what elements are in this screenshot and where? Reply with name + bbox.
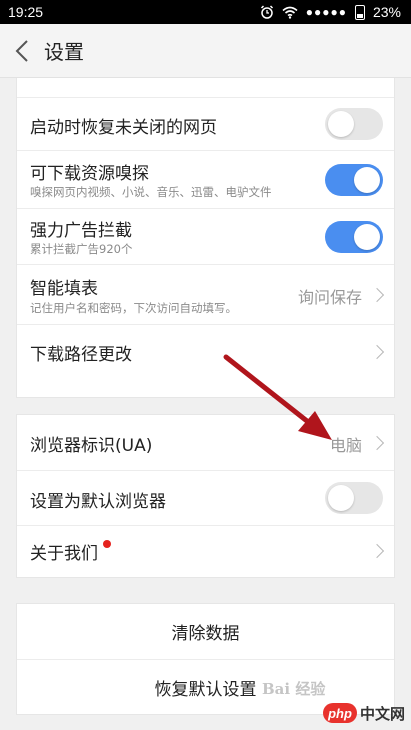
- setting-restore-tabs: [17, 78, 394, 97]
- clear-data-button[interactable]: 清除数据: [17, 604, 394, 660]
- setting-user-agent[interactable]: 浏览器标识(UA) 电脑: [17, 415, 394, 471]
- app-header: 设置: [0, 24, 411, 78]
- setting-title: 强力广告拦截: [30, 221, 132, 241]
- settings-group-general: 启动时恢复未关闭的网页 可下载资源嗅探 嗅探网页内视频、小说、音乐、迅雷、电驴文…: [16, 78, 395, 398]
- chevron-right-icon: [369, 287, 385, 303]
- restore-tabs-toggle[interactable]: [325, 108, 383, 140]
- chevron-right-icon: [369, 435, 385, 451]
- setting-title: 启动时恢复未关闭的网页: [30, 118, 217, 138]
- setting-title: 智能填表: [30, 279, 98, 299]
- settings-group-browser: 浏览器标识(UA) 电脑 设置为默认浏览器 关于我们: [16, 414, 395, 578]
- baidu-watermark: Bai 经验: [262, 680, 326, 698]
- setting-download-path[interactable]: 下载路径更改: [17, 325, 394, 380]
- signal-icon: ●●●●●: [305, 5, 347, 19]
- setting-ad-block[interactable]: 强力广告拦截 累计拦截广告920个: [17, 209, 394, 265]
- chevron-right-icon: [369, 344, 385, 360]
- setting-title: 可下载资源嗅探: [30, 164, 149, 184]
- setting-title: 下载路径更改: [30, 345, 132, 365]
- setting-subtitle: 累计拦截广告920个: [30, 242, 133, 256]
- setting-title: 浏览器标识(UA): [30, 436, 153, 456]
- autofill-value: 询问保存: [297, 288, 362, 307]
- notification-badge: [103, 540, 111, 548]
- alarm-icon: [260, 5, 273, 19]
- setting-title: 设置为默认浏览器: [30, 492, 166, 512]
- php-watermark: php 中文网: [322, 702, 405, 724]
- status-bar: 19:25 ●●●●● 23%: [0, 0, 411, 24]
- status-icons: ●●●●● 23%: [260, 4, 401, 20]
- setting-subtitle: 记住用户名和密码，下次访问自动填写。: [30, 301, 237, 315]
- chevron-left-icon[interactable]: [0, 24, 44, 78]
- setting-default-browser[interactable]: 设置为默认浏览器: [17, 471, 394, 526]
- resource-sniff-toggle[interactable]: [325, 164, 383, 196]
- user-agent-value: 电脑: [329, 436, 362, 455]
- battery-icon: [354, 4, 365, 20]
- default-browser-toggle[interactable]: [325, 482, 383, 514]
- php-logo: php: [322, 703, 357, 723]
- wifi-icon: [282, 6, 298, 19]
- setting-subtitle: 嗅探网页内视频、小说、音乐、迅雷、电驴文件: [30, 185, 272, 199]
- ad-block-toggle[interactable]: [325, 221, 383, 253]
- php-watermark-text: 中文网: [359, 704, 405, 723]
- chevron-right-icon: [369, 543, 385, 559]
- page-title: 设置: [44, 40, 84, 64]
- status-time: 19:25: [8, 4, 44, 20]
- setting-title: 关于我们: [30, 544, 98, 564]
- setting-autofill[interactable]: 智能填表 记住用户名和密码，下次访问自动填写。 询问保存: [17, 265, 394, 325]
- setting-resource-sniff[interactable]: 可下载资源嗅探 嗅探网页内视频、小说、音乐、迅雷、电驴文件: [17, 151, 394, 209]
- battery-percent: 23%: [372, 4, 401, 20]
- setting-about[interactable]: 关于我们: [17, 526, 394, 577]
- setting-restore-tabs[interactable]: 启动时恢复未关闭的网页: [17, 97, 394, 151]
- actions-group: 清除数据 恢复默认设置: [16, 603, 395, 715]
